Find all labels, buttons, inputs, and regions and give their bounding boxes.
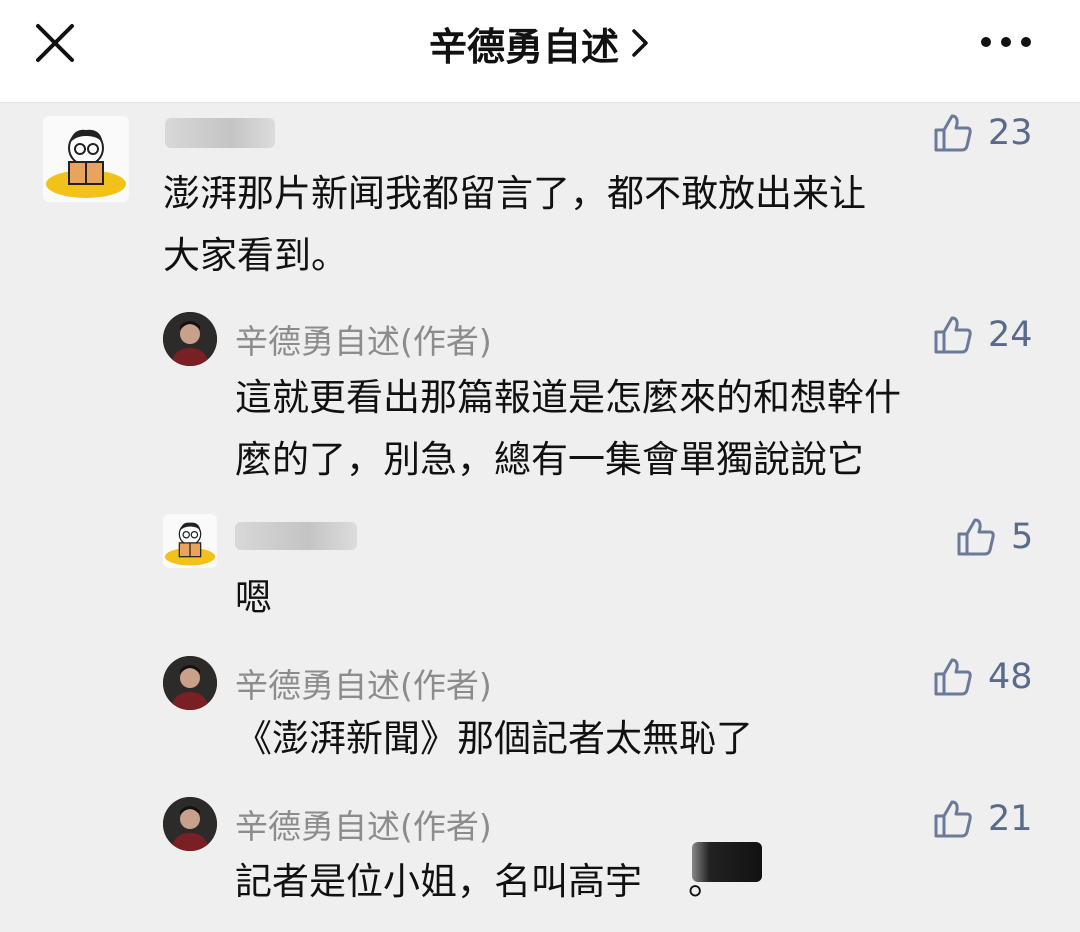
- more-button[interactable]: [974, 22, 1038, 62]
- like-button[interactable]: 24: [932, 314, 1033, 356]
- redacted-author-name: [165, 118, 275, 148]
- reader-cartoon-avatar-icon: [46, 129, 126, 198]
- like-button[interactable]: 5: [955, 516, 1033, 558]
- comment-text: 記者是位小姐，名叫高宇。: [235, 860, 725, 903]
- thumbs-up-icon: [934, 114, 972, 152]
- avatar[interactable]: [43, 116, 129, 202]
- thumbs-up-icon: [934, 316, 972, 354]
- thumbs-up-icon: [957, 518, 995, 556]
- redacted-name-mark: [692, 842, 762, 882]
- comment-text: 澎湃那片新闻我都留言了，都不敢放出来让 大家看到。: [163, 172, 866, 277]
- thumbs-up-icon: [934, 800, 972, 838]
- like-count: 5: [1011, 517, 1034, 557]
- like-button[interactable]: 23: [932, 112, 1033, 154]
- chevron-right-icon: [632, 29, 648, 57]
- top-bar: 辛德勇自述: [0, 0, 1080, 103]
- like-count: 21: [988, 799, 1033, 839]
- author-name[interactable]: 辛德勇自述(作者): [235, 800, 492, 848]
- like-button[interactable]: 48: [932, 656, 1033, 698]
- like-count: 24: [988, 315, 1033, 355]
- like-count: 48: [988, 657, 1033, 697]
- comment-text: 《澎湃新聞》那個記者太無恥了: [235, 717, 753, 760]
- more-horizontal-icon: [981, 37, 1031, 47]
- comment-text: 嗯: [235, 576, 272, 619]
- thumbs-up-icon: [934, 658, 972, 696]
- account-title-button[interactable]: 辛德勇自述: [429, 16, 651, 71]
- author-photo-avatar-icon: [163, 797, 217, 851]
- reader-cartoon-avatar-icon: [164, 522, 216, 566]
- avatar[interactable]: [163, 797, 217, 851]
- author-photo-avatar-icon: [163, 312, 217, 366]
- avatar[interactable]: [163, 312, 217, 366]
- author-photo-avatar-icon: [163, 656, 217, 710]
- avatar[interactable]: [163, 514, 217, 568]
- author-name[interactable]: 辛德勇自述(作者): [235, 659, 492, 707]
- page-title: 辛德勇自述: [428, 24, 619, 69]
- close-button[interactable]: [30, 18, 80, 68]
- close-icon: [36, 24, 74, 62]
- avatar[interactable]: [163, 656, 217, 710]
- author-name[interactable]: 辛德勇自述(作者): [235, 315, 492, 363]
- comment-text: 這就更看出那篇報道是怎麼來的和想幹什 麼的了，別急，總有一集會單獨說說它: [235, 376, 901, 481]
- like-count: 23: [988, 113, 1033, 153]
- like-button[interactable]: 21: [932, 798, 1033, 840]
- redacted-author-name: [235, 522, 357, 550]
